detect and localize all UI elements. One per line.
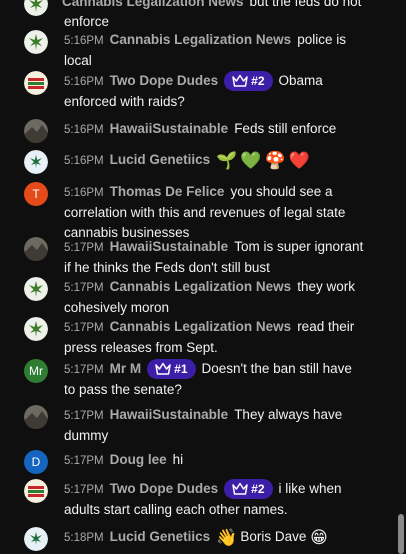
timestamp: 5:16PM <box>64 187 104 199</box>
avatar-initial: T <box>32 187 40 201</box>
author-name[interactable]: Cannabis Legalization News <box>62 0 244 9</box>
waving-hand-emoji: 👋 <box>216 528 238 547</box>
author-name[interactable]: Cannabis Legalization News <box>110 279 292 294</box>
avatar[interactable] <box>24 237 48 261</box>
badge-label: #1 <box>174 362 188 376</box>
badge-label: #2 <box>251 482 265 496</box>
scrollbar-thumb[interactable] <box>398 514 404 554</box>
author-name[interactable]: Cannabis Legalization News <box>110 32 292 47</box>
author-name[interactable]: Doug lee <box>110 452 167 467</box>
avatar[interactable] <box>24 527 48 551</box>
crown-icon <box>155 362 171 375</box>
author-name[interactable]: Two Dope Dudes <box>110 481 219 496</box>
timestamp: 5:17PM <box>64 322 104 334</box>
mushroom-emoji: 🍄 <box>264 151 286 170</box>
author-name[interactable]: Mr M <box>110 361 142 376</box>
chat-message: 5:16PM Two Dope Dudes #2 Obama enforced wit… <box>24 71 364 112</box>
avatar[interactable] <box>24 0 48 16</box>
avatar[interactable] <box>24 30 48 54</box>
green-heart-emoji: 💚 <box>240 151 262 170</box>
timestamp: 5:17PM <box>64 410 104 422</box>
timestamp: 5:16PM <box>64 35 104 47</box>
chat-feed: Cannabis Legalization News but the feds d… <box>0 0 406 554</box>
grinning-face-emoji: 😁 <box>310 528 328 547</box>
chat-message: Cannabis Legalization News but the feds d… <box>24 0 364 32</box>
chat-message: 5:18PM Lucid Genetiics 👋 Boris Dave 😁 <box>24 527 364 551</box>
member-badge: #2 <box>224 71 273 91</box>
author-name[interactable]: HawaiiSustainable <box>110 121 229 136</box>
red-heart-emoji: ❤️ <box>288 151 310 170</box>
member-badge: #1 <box>147 359 196 379</box>
avatar[interactable]: D <box>24 450 48 474</box>
avatar[interactable] <box>24 119 48 143</box>
chat-message: 5:17PM Cannabis Legalization News read the… <box>24 317 364 358</box>
author-name[interactable]: HawaiiSustainable <box>110 407 229 422</box>
timestamp: 5:18PM <box>64 532 104 544</box>
crown-icon <box>232 482 248 495</box>
chat-message: 5:17PM Cannabis Legalization News they wor… <box>24 277 364 318</box>
timestamp: 5:17PM <box>64 282 104 294</box>
avatar[interactable] <box>24 71 48 95</box>
avatar[interactable]: Mr <box>24 359 48 383</box>
timestamp: 5:17PM <box>64 242 104 254</box>
timestamp: 5:17PM <box>64 455 104 467</box>
seedling-emoji: 🌱 <box>216 151 238 170</box>
chat-message: 5:17PM HawaiiSustainable They always have … <box>24 405 364 446</box>
message-text: Feds still enforce <box>234 121 337 136</box>
author-name[interactable]: Cannabis Legalization News <box>110 319 292 334</box>
chat-message: 5:17PM HawaiiSustainable Tom is super igno… <box>24 237 364 278</box>
avatar[interactable] <box>24 150 48 174</box>
avatar[interactable] <box>24 277 48 301</box>
chat-message: 5:16PM HawaiiSustainable Feds still enforc… <box>24 119 364 143</box>
chat-message: 5:16PM Lucid Genetiics 🌱 💚 🍄 ❤️ <box>24 150 364 174</box>
badge-label: #2 <box>251 74 265 88</box>
member-badge: #2 <box>224 479 273 499</box>
author-name[interactable]: HawaiiSustainable <box>110 239 229 254</box>
chat-message: Mr 5:17PM Mr M #1 Doesn't the ban still hav… <box>24 359 364 400</box>
avatar[interactable] <box>24 479 48 503</box>
avatar-initial: Mr <box>29 364 43 378</box>
message-text: Doesn't the ban still have to pass the s… <box>64 361 352 397</box>
avatar-initial: D <box>31 455 41 469</box>
chat-message: D 5:17PM Doug lee hi <box>24 450 364 474</box>
author-name[interactable]: Thomas De Felice <box>110 184 225 199</box>
author-name[interactable]: Two Dope Dudes <box>110 73 219 88</box>
chat-message: 5:16PM Cannabis Legalization News police i… <box>24 30 364 71</box>
crown-icon <box>232 74 248 87</box>
message-text: Boris Dave <box>240 529 307 544</box>
timestamp: 5:16PM <box>64 155 104 167</box>
timestamp: 5:17PM <box>64 364 104 376</box>
avatar[interactable] <box>24 405 48 429</box>
chat-message: T 5:16PM Thomas De Felice you should see a… <box>24 182 364 243</box>
avatar[interactable]: T <box>24 182 48 206</box>
timestamp: 5:16PM <box>64 124 104 136</box>
message-text: hi <box>172 452 184 467</box>
author-name[interactable]: Lucid Genetiics <box>110 152 211 167</box>
author-name[interactable]: Lucid Genetiics <box>110 529 211 544</box>
timestamp: 5:17PM <box>64 484 104 496</box>
avatar[interactable] <box>24 317 48 341</box>
chat-message: 5:17PM Two Dope Dudes #2 i like when adults… <box>24 479 364 520</box>
timestamp: 5:16PM <box>64 76 104 88</box>
